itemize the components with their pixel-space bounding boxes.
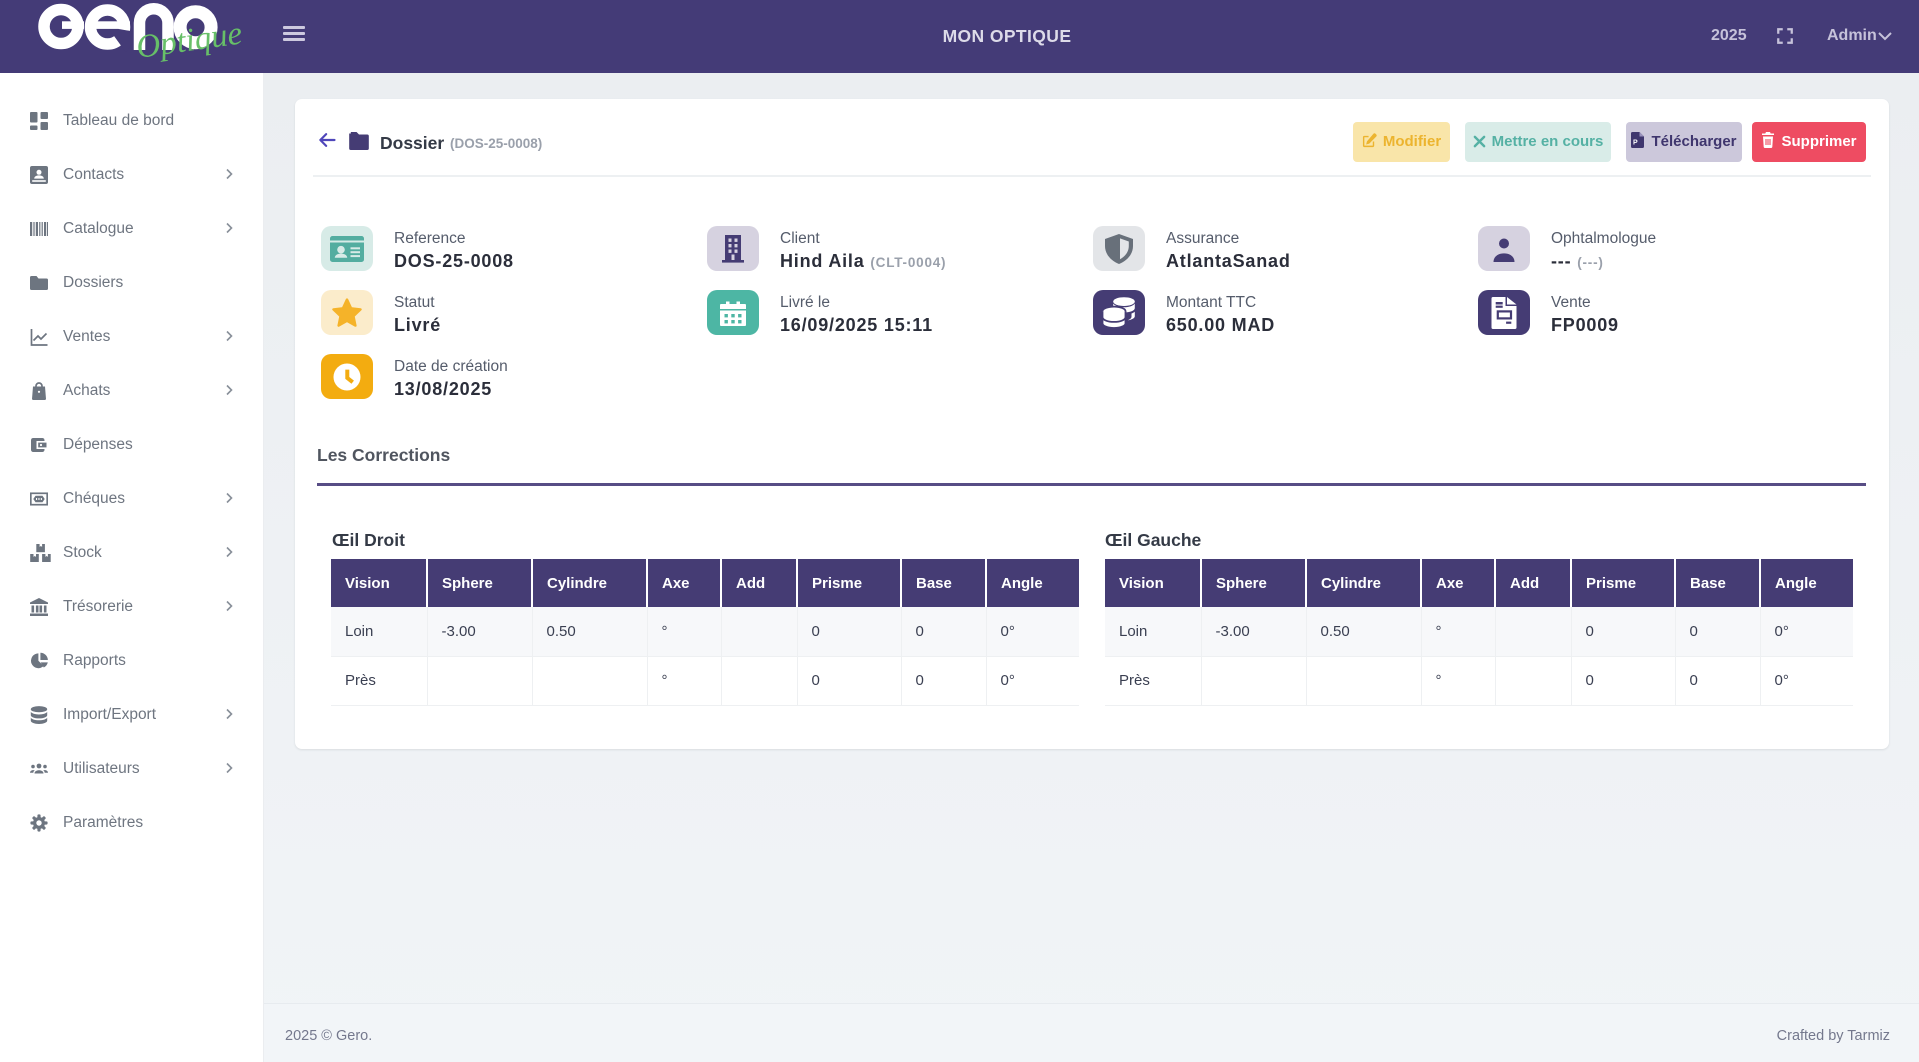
svg-text:P: P: [1633, 140, 1638, 147]
